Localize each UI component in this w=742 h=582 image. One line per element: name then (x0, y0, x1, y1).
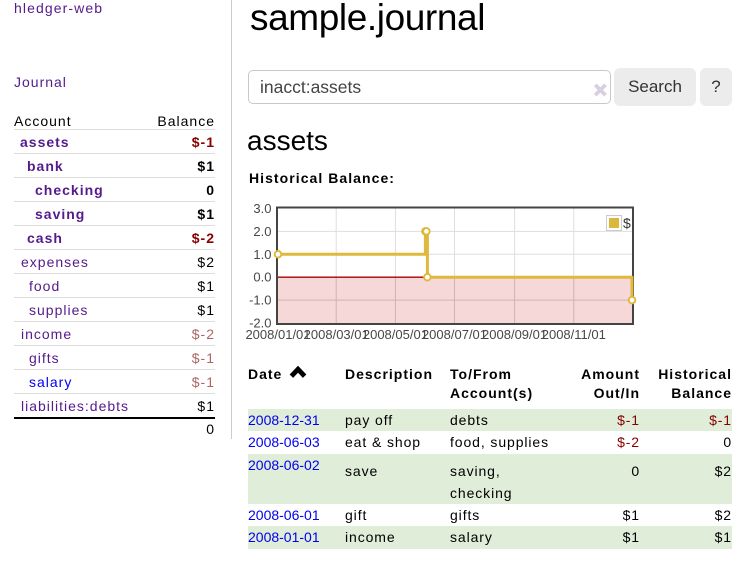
svg-text:2008/05/01: 2008/05/01 (363, 327, 428, 342)
svg-text:2.0: 2.0 (253, 224, 271, 239)
svg-text:2008/03/01: 2008/03/01 (304, 327, 369, 342)
svg-text:1.0: 1.0 (253, 247, 271, 262)
svg-text:2008/09/01: 2008/09/01 (482, 327, 547, 342)
svg-text:$: $ (623, 215, 631, 231)
svg-text:2008/01/01: 2008/01/01 (245, 327, 310, 342)
svg-text:0.0: 0.0 (253, 270, 271, 285)
svg-text:3.0: 3.0 (253, 201, 271, 216)
svg-text:2008/11/01: 2008/11/01 (542, 327, 606, 342)
svg-text:-1.0: -1.0 (249, 293, 271, 308)
svg-text:2008/07/01: 2008/07/01 (422, 327, 487, 342)
